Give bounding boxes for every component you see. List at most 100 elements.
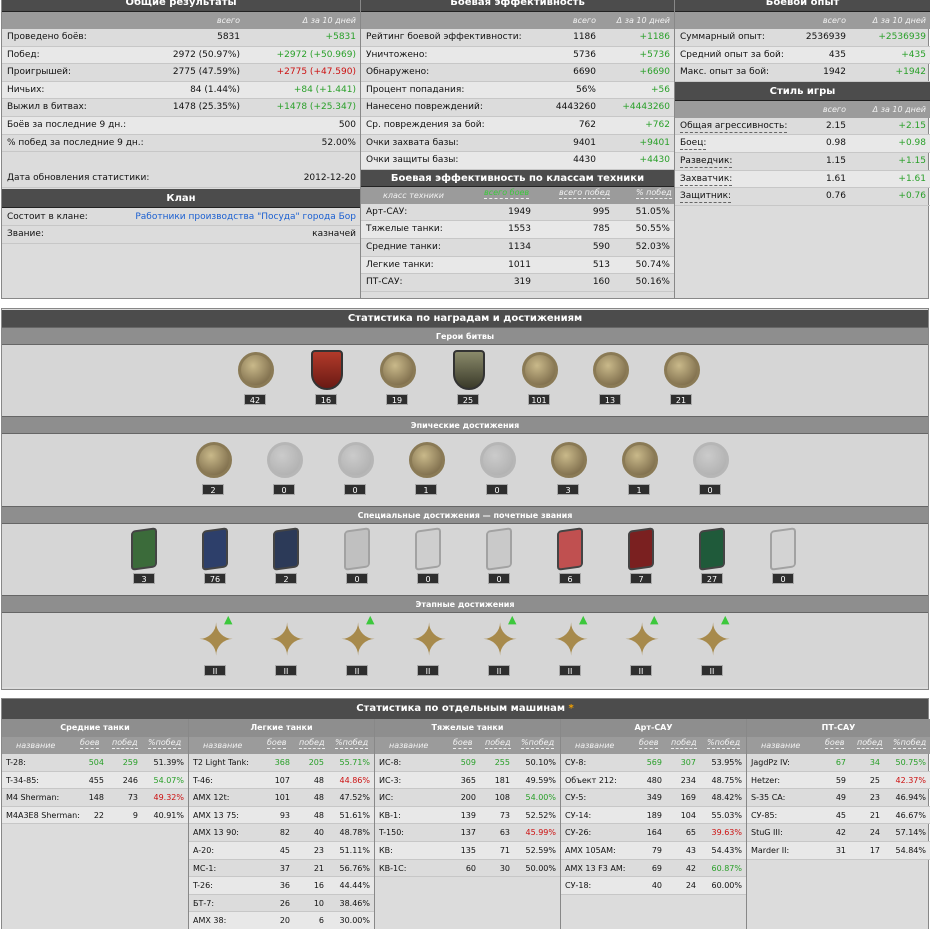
special-medal[interactable]: 76 [194, 527, 238, 589]
stage-medal[interactable]: ✦ ▲ II [620, 614, 664, 681]
stage-medal[interactable]: ✦ ▲ II [549, 614, 593, 681]
stage-medal[interactable]: ✦ ▲ II [478, 614, 522, 681]
epic-band: Эпические достижения [2, 416, 928, 434]
row-label-text[interactable]: Захватчик: [680, 174, 733, 186]
epic-medal[interactable]: 0 [334, 438, 378, 500]
sort-wins-header[interactable]: побед [671, 737, 697, 749]
row-label-text[interactable]: Боец: [680, 138, 707, 151]
vehicle-group: Средние танки название боев побед %побед T-28… [2, 719, 188, 929]
row-label: Выжил в битвах: [7, 102, 87, 113]
vehicle-win-pct: 38.46% [339, 898, 370, 908]
epic-medal[interactable]: 1 [618, 438, 662, 500]
epic-medal[interactable]: 1 [405, 438, 449, 500]
vehicle-wins: 23 [869, 793, 880, 803]
row-label-text[interactable]: Защитник: [680, 191, 732, 204]
sort-wins-header[interactable]: побед [299, 737, 325, 749]
stage-medal[interactable]: ✦ ▲ II [194, 614, 238, 681]
heroes-medal[interactable]: 16 [305, 348, 349, 410]
upgrade-arrow-icon: ▲ [366, 613, 375, 626]
sort-wins-header[interactable]: побед [857, 737, 883, 749]
sort-battles-header[interactable]: боев [80, 737, 100, 749]
epic-medal[interactable]: 2 [192, 438, 236, 500]
vehicle-battles: 26 [279, 898, 290, 908]
sort-pct-header[interactable]: %побед [521, 737, 555, 749]
sort-wins-header[interactable]: побед [112, 737, 138, 749]
special-medal[interactable]: 6 [549, 527, 593, 589]
special-medal[interactable]: 0 [762, 527, 806, 589]
row-total: 1186 [573, 32, 596, 42]
vehicle-row: AMX 13 F3 AM: 69 42 60.87% [561, 860, 746, 878]
class-label: ПТ-САУ: [366, 277, 403, 288]
sort-name-header[interactable]: название [761, 737, 800, 754]
clan-link[interactable]: Работники производства "Посуда" города Б… [135, 209, 356, 227]
vehicle-battles: 82 [279, 828, 290, 838]
stage-medal[interactable]: ✦ ▲ II [336, 614, 380, 681]
special-medal[interactable]: 7 [620, 527, 664, 589]
row-delta: +2536939 [878, 32, 926, 42]
vehicle-wins: 259 [122, 758, 138, 767]
row-total: 5736 [573, 49, 596, 60]
vehicle-name: Объект 212: [565, 775, 617, 785]
sort-name-header[interactable]: название [389, 737, 428, 754]
heroes-medal[interactable]: 13 [589, 348, 633, 410]
row-label: Рейтинг боевой эффективности: [366, 32, 522, 42]
vehicle-battles: 200 [460, 793, 476, 803]
heroes-medal[interactable]: 42 [234, 348, 278, 410]
vehicle-win-pct: 52.52% [525, 810, 556, 820]
special-medal[interactable]: 2 [265, 527, 309, 589]
epic-medal[interactable]: 0 [689, 438, 733, 500]
stage-medal[interactable]: ✦ ▲ II [691, 614, 735, 681]
medal-icon [380, 352, 416, 388]
vehicle-row: БТ-7: 26 10 38.46% [189, 895, 374, 913]
play-style-header: Стиль игры [675, 81, 930, 101]
sort-wins-header[interactable]: побед [485, 737, 511, 749]
heroes-medal[interactable]: 19 [376, 348, 420, 410]
sort-pct-header[interactable]: %побед [893, 737, 927, 749]
vehicle-row: СУ-26: 164 65 39.63% [561, 824, 746, 842]
vehicle-battles: 67 [835, 758, 846, 767]
heroes-medal[interactable]: 25 [447, 348, 491, 410]
row-label: Макс. опыт за бой: [680, 67, 770, 78]
row-delta: +762 [645, 119, 670, 130]
sort-pct-header[interactable]: %побед [148, 737, 182, 749]
special-medal[interactable]: 27 [691, 527, 735, 589]
row-label: Ничьих: [7, 84, 45, 95]
star-medal-icon: ✦ [410, 615, 448, 666]
sort-battles-header[interactable]: боев [267, 737, 287, 749]
class-eff-row: Легкие танки: 1011 513 50.74% [361, 256, 674, 275]
heroes-medals: 42 16 19 25 101 13 21 [2, 345, 928, 416]
summary-panel: Общие результаты всего Δ за 10 дней Пров… [1, 0, 930, 299]
sort-name-header[interactable]: название [203, 737, 242, 754]
stage-medal[interactable]: ✦ II [265, 619, 309, 681]
vehicle-name: КВ-1С: [379, 863, 407, 873]
vehicle-group-title: Средние танки [2, 719, 188, 737]
class-eff-row: Тяжелые танки: 1553 785 50.55% [361, 221, 674, 239]
sort-name-header[interactable]: название [16, 737, 55, 754]
sort-battles-header[interactable]: боев [639, 737, 659, 749]
special-medal[interactable]: 0 [336, 527, 380, 589]
row-label-text[interactable]: Общая агрессивность: [680, 121, 788, 133]
class-battles: 1553 [508, 224, 531, 235]
medal-icon [693, 442, 729, 478]
epic-medal[interactable]: 0 [263, 438, 307, 500]
heroes-medal[interactable]: 21 [660, 348, 704, 410]
special-medal[interactable]: 0 [407, 527, 451, 589]
epic-medal[interactable]: 3 [547, 438, 591, 500]
sort-name-header[interactable]: название [575, 737, 614, 754]
upgrade-arrow-icon: ▲ [224, 613, 233, 626]
special-medal[interactable]: 0 [478, 527, 522, 589]
medal-icon [338, 442, 374, 478]
vehicle-row: ИС: 200 108 54.00% [375, 789, 560, 807]
sort-battles-header[interactable]: боев [453, 737, 473, 749]
medal-count: 27 [701, 573, 723, 584]
row-label-text[interactable]: Разведчик: [680, 156, 733, 168]
heroes-medal[interactable]: 101 [518, 348, 562, 410]
sort-pct-header[interactable]: %побед [335, 737, 369, 749]
class-battles: 1134 [508, 241, 531, 252]
row-delta: +5831 [325, 32, 356, 42]
epic-medal[interactable]: 0 [476, 438, 520, 500]
stage-medal[interactable]: ✦ II [407, 619, 451, 681]
sort-pct-header[interactable]: %побед [707, 737, 741, 749]
special-medal[interactable]: 3 [123, 527, 167, 589]
sort-battles-header[interactable]: боев [825, 737, 845, 749]
